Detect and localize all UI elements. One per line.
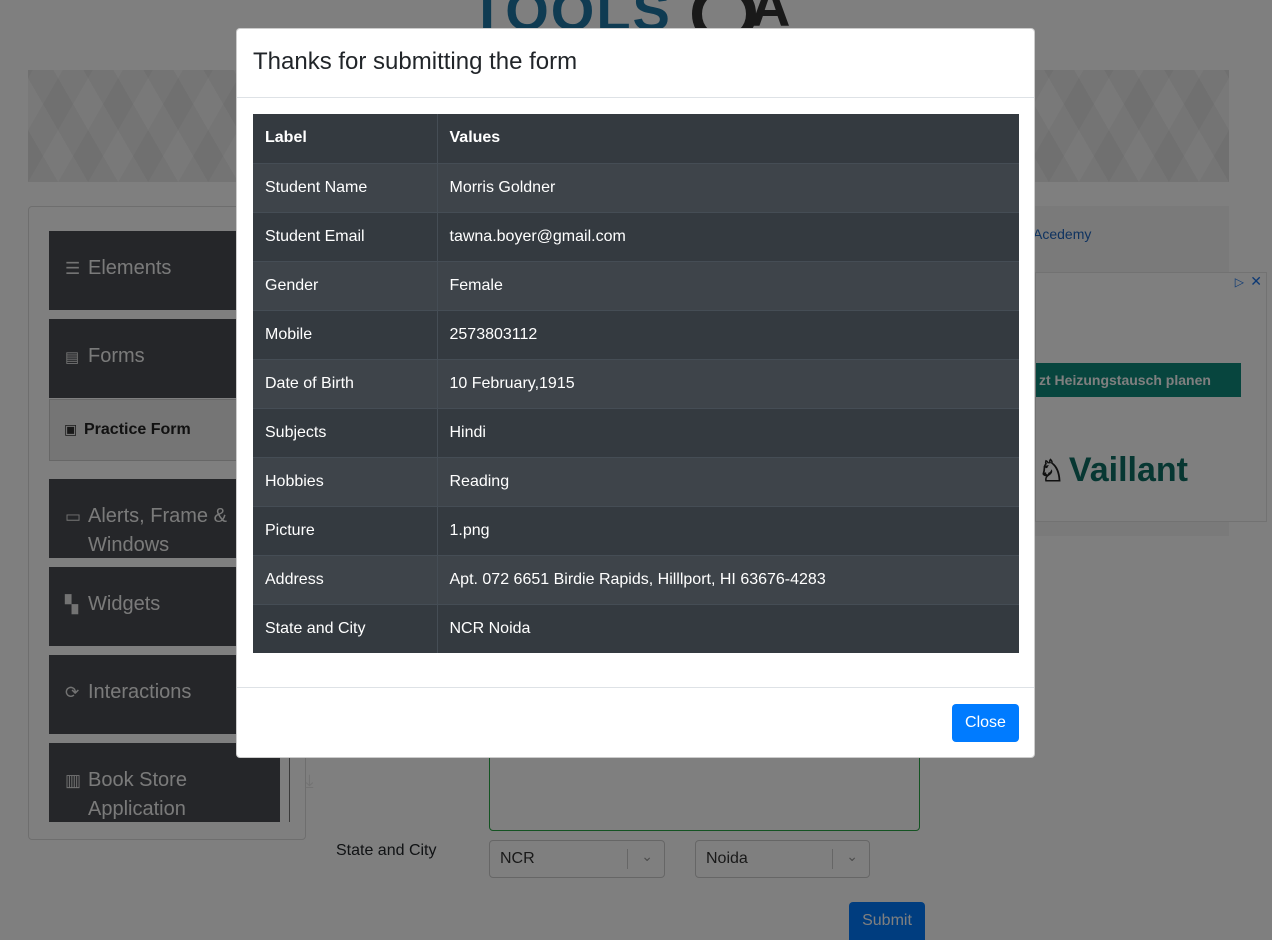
modal-footer: Close	[237, 687, 1034, 757]
row-label: Address	[253, 554, 438, 604]
row-label: Gender	[253, 260, 438, 310]
table-row: Mobile 2573803112	[253, 309, 1019, 359]
table-row: Hobbies Reading	[253, 456, 1019, 506]
table-row: Date of Birth 10 February,1915	[253, 358, 1019, 408]
row-value: tawna.boyer@gmail.com	[437, 211, 1019, 261]
row-value: 1.png	[437, 505, 1019, 555]
row-label: Mobile	[253, 309, 438, 359]
row-label: Date of Birth	[253, 358, 438, 408]
submission-modal: Thanks for submitting the form Label Val…	[236, 28, 1035, 758]
column-header-values: Values	[449, 129, 501, 147]
row-value: Hindi	[437, 407, 1019, 457]
modal-header: Thanks for submitting the form	[237, 29, 1034, 98]
row-value: Apt. 072 6651 Birdie Rapids, Hilllport, …	[437, 554, 1019, 604]
row-label: Picture	[253, 505, 438, 555]
submission-table: Label Values Student Name Morris Goldner…	[253, 114, 1019, 653]
row-value: Morris Goldner	[437, 162, 1019, 212]
row-value: Female	[437, 260, 1019, 310]
table-row: Student Email tawna.boyer@gmail.com	[253, 211, 1019, 261]
table-row: State and City NCR Noida	[253, 603, 1019, 653]
row-value: Reading	[437, 456, 1019, 506]
row-label: Hobbies	[253, 456, 438, 506]
column-header-label: Label	[253, 114, 438, 163]
table-header-row: Label Values	[253, 114, 1019, 163]
table-row: Gender Female	[253, 260, 1019, 310]
row-label: Student Name	[253, 162, 438, 212]
table-row: Subjects Hindi	[253, 407, 1019, 457]
row-label: Subjects	[253, 407, 438, 457]
row-label: State and City	[253, 603, 438, 653]
table-row: Address Apt. 072 6651 Birdie Rapids, Hil…	[253, 554, 1019, 604]
row-label: Student Email	[253, 211, 438, 261]
row-value: 10 February,1915	[437, 358, 1019, 408]
row-value: 2573803112	[437, 309, 1019, 359]
table-row: Picture 1.png	[253, 505, 1019, 555]
close-button[interactable]: Close	[952, 704, 1019, 742]
table-row: Student Name Morris Goldner	[253, 162, 1019, 212]
modal-title: Thanks for submitting the form	[253, 48, 578, 75]
row-value: NCR Noida	[437, 603, 1019, 653]
